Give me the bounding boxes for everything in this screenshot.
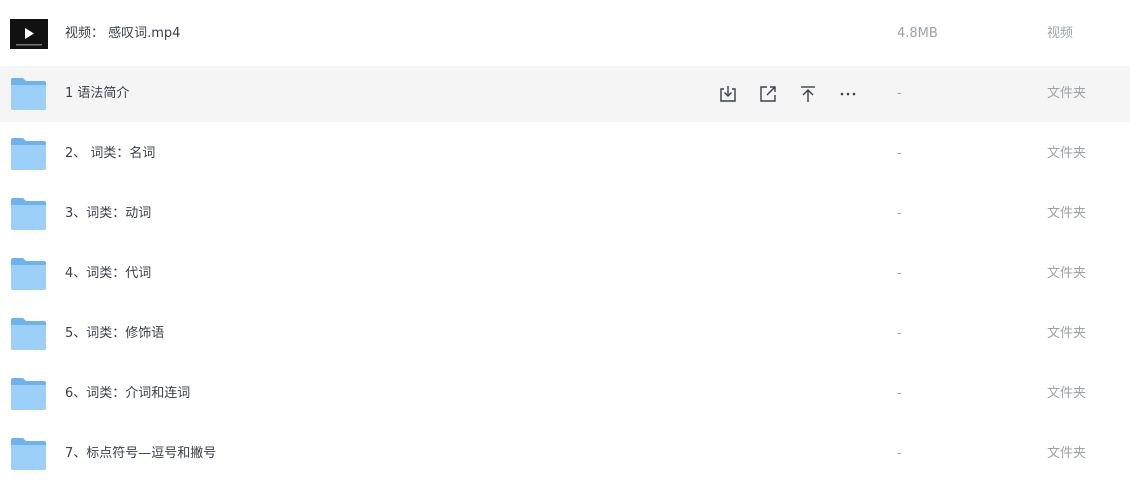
folder-icon bbox=[10, 197, 47, 231]
move-to-top-icon[interactable] bbox=[798, 84, 818, 104]
folder-icon bbox=[10, 77, 47, 111]
folder-icon bbox=[10, 437, 47, 471]
file-size: - bbox=[897, 386, 902, 401]
file-name[interactable]: 1 语法简介 bbox=[65, 66, 129, 122]
file-row-folder[interactable]: 7、标点符号—逗号和撇号 - 文件夹 bbox=[0, 426, 1130, 482]
folder-icon bbox=[10, 377, 47, 411]
file-name[interactable]: 3、词类：动词 bbox=[65, 186, 151, 242]
file-list: 视频： 感叹词.mp4 4.8MB 视频 1 语法简介 - 文件夹 2、 词类：… bbox=[0, 0, 1130, 492]
file-name[interactable]: 4、词类：代词 bbox=[65, 246, 151, 302]
file-size: - bbox=[897, 86, 902, 101]
file-name[interactable]: 视频： 感叹词.mp4 bbox=[65, 6, 180, 62]
file-size: - bbox=[897, 206, 902, 221]
folder-icon bbox=[10, 317, 47, 351]
file-type: 文件夹 bbox=[1047, 146, 1087, 161]
file-name[interactable]: 7、标点符号—逗号和撇号 bbox=[65, 426, 216, 482]
file-size: - bbox=[897, 326, 902, 341]
file-size: - bbox=[897, 266, 902, 281]
file-row-video[interactable]: 视频： 感叹词.mp4 4.8MB 视频 bbox=[0, 6, 1130, 62]
file-name[interactable]: 5、词类：修饰语 bbox=[65, 306, 164, 362]
folder-icon bbox=[10, 257, 47, 291]
file-size: - bbox=[897, 446, 902, 461]
download-icon[interactable] bbox=[718, 84, 738, 104]
file-row-folder[interactable]: 4、词类：代词 - 文件夹 bbox=[0, 246, 1130, 302]
file-size: 4.8MB bbox=[897, 26, 938, 41]
video-thumbnail-icon bbox=[10, 19, 48, 49]
file-type: 视频 bbox=[1047, 26, 1074, 41]
file-type: 文件夹 bbox=[1047, 386, 1087, 401]
file-type: 文件夹 bbox=[1047, 326, 1087, 341]
file-type: 文件夹 bbox=[1047, 446, 1087, 461]
file-name[interactable]: 2、 词类：名词 bbox=[65, 126, 155, 182]
file-row-folder[interactable]: 3、词类：动词 - 文件夹 bbox=[0, 186, 1130, 242]
share-icon[interactable] bbox=[758, 84, 778, 104]
folder-icon bbox=[10, 137, 47, 171]
file-row-folder[interactable]: 5、词类：修饰语 - 文件夹 bbox=[0, 306, 1130, 362]
file-name[interactable]: 6、词类：介词和连词 bbox=[65, 366, 190, 422]
more-icon[interactable] bbox=[838, 84, 858, 104]
file-row-folder[interactable]: 1 语法简介 - 文件夹 bbox=[0, 66, 1130, 122]
file-type: 文件夹 bbox=[1047, 86, 1087, 101]
file-type: 文件夹 bbox=[1047, 206, 1087, 221]
file-row-folder[interactable]: 2、 词类：名词 - 文件夹 bbox=[0, 126, 1130, 182]
file-size: - bbox=[897, 146, 902, 161]
file-row-folder[interactable]: 6、词类：介词和连词 - 文件夹 bbox=[0, 366, 1130, 422]
file-type: 文件夹 bbox=[1047, 266, 1087, 281]
